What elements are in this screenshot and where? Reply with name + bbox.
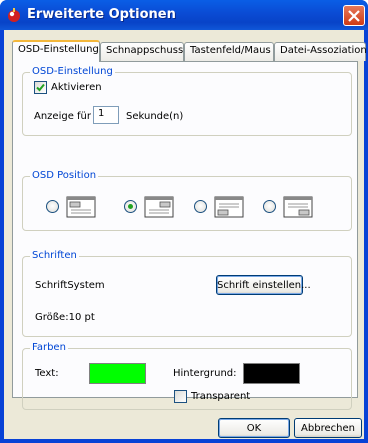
background-color-label: Hintergrund: bbox=[173, 368, 237, 379]
position-top-right-icon bbox=[144, 196, 174, 218]
position-radio-4[interactable] bbox=[263, 200, 276, 213]
tab-snapshot[interactable]: Schnappschuss bbox=[100, 42, 184, 61]
group-title: OSD Position bbox=[30, 170, 99, 181]
position-bottom-left-icon bbox=[214, 196, 244, 218]
window-title: Erweiterte Optionen bbox=[27, 7, 176, 22]
ok-button[interactable]: OK bbox=[218, 418, 290, 438]
display-seconds-input[interactable]: 1 bbox=[93, 106, 119, 124]
tab-keyboard-mouse[interactable]: Tastenfeld/Maus bbox=[184, 42, 274, 61]
tab-label: Schnappschuss bbox=[106, 45, 184, 56]
enable-label: Aktivieren bbox=[51, 82, 102, 93]
tab-label: OSD-Einstellung bbox=[18, 44, 99, 55]
checkmark-icon bbox=[36, 83, 45, 92]
tab-label: Tastenfeld/Maus bbox=[190, 45, 271, 56]
close-icon bbox=[348, 10, 360, 22]
fonts-group: Schriften SchriftSystem Schrift einstell… bbox=[22, 250, 352, 337]
title-bar[interactable]: Erweiterte Optionen bbox=[0, 0, 368, 30]
cancel-button[interactable]: Abbrechen bbox=[294, 418, 362, 438]
background-color-swatch[interactable] bbox=[243, 363, 300, 384]
font-size-label: Größe:10 pt bbox=[35, 312, 95, 323]
dialog-client: OSD-Einstellung Schnappschuss Tastenfeld… bbox=[4, 30, 367, 439]
display-seconds-value: 1 bbox=[98, 108, 105, 119]
position-radio-2[interactable] bbox=[124, 200, 137, 213]
cancel-label: Abbrechen bbox=[301, 423, 355, 434]
osd-position-group: OSD Position bbox=[22, 170, 352, 231]
tab-label: Datei-Assoziation bbox=[280, 45, 367, 56]
group-title: Schriften bbox=[30, 250, 79, 261]
osd-settings-group: OSD-Einstellung Aktivieren Anzeige für 1… bbox=[22, 66, 352, 136]
text-color-label: Text: bbox=[35, 368, 59, 379]
seconds-label: Sekunde(n) bbox=[126, 111, 184, 122]
app-icon bbox=[8, 8, 20, 22]
position-radio-1[interactable] bbox=[46, 200, 59, 213]
dialog-window: Erweiterte Optionen OSD-Einstellung Schn… bbox=[0, 0, 368, 443]
group-title: Farben bbox=[30, 342, 68, 353]
transparent-checkbox[interactable] bbox=[174, 390, 187, 403]
enable-osd-checkbox[interactable] bbox=[34, 81, 47, 94]
colors-group: Farben Text: Hintergrund: Transparent bbox=[22, 342, 352, 410]
ok-label: OK bbox=[246, 423, 262, 434]
set-font-button[interactable]: Schrift einstellen... bbox=[216, 275, 311, 295]
group-title: OSD-Einstellung bbox=[30, 66, 115, 77]
transparent-label: Transparent bbox=[191, 391, 251, 402]
set-font-label: Schrift einstellen... bbox=[217, 280, 311, 291]
text-color-swatch[interactable] bbox=[89, 363, 146, 384]
close-button[interactable] bbox=[343, 5, 365, 26]
position-radio-3[interactable] bbox=[194, 200, 207, 213]
radio-selected-dot bbox=[128, 204, 133, 209]
tab-file-association[interactable]: Datei-Assoziation bbox=[274, 42, 367, 61]
position-bottom-right-icon bbox=[283, 196, 313, 218]
tab-osd-settings[interactable]: OSD-Einstellung bbox=[12, 40, 100, 62]
display-for-label: Anzeige für bbox=[34, 111, 92, 122]
position-top-left-icon bbox=[66, 196, 96, 218]
font-name: SchriftSystem bbox=[35, 280, 105, 291]
tab-panel: OSD-Einstellung Aktivieren Anzeige für 1… bbox=[12, 61, 358, 410]
